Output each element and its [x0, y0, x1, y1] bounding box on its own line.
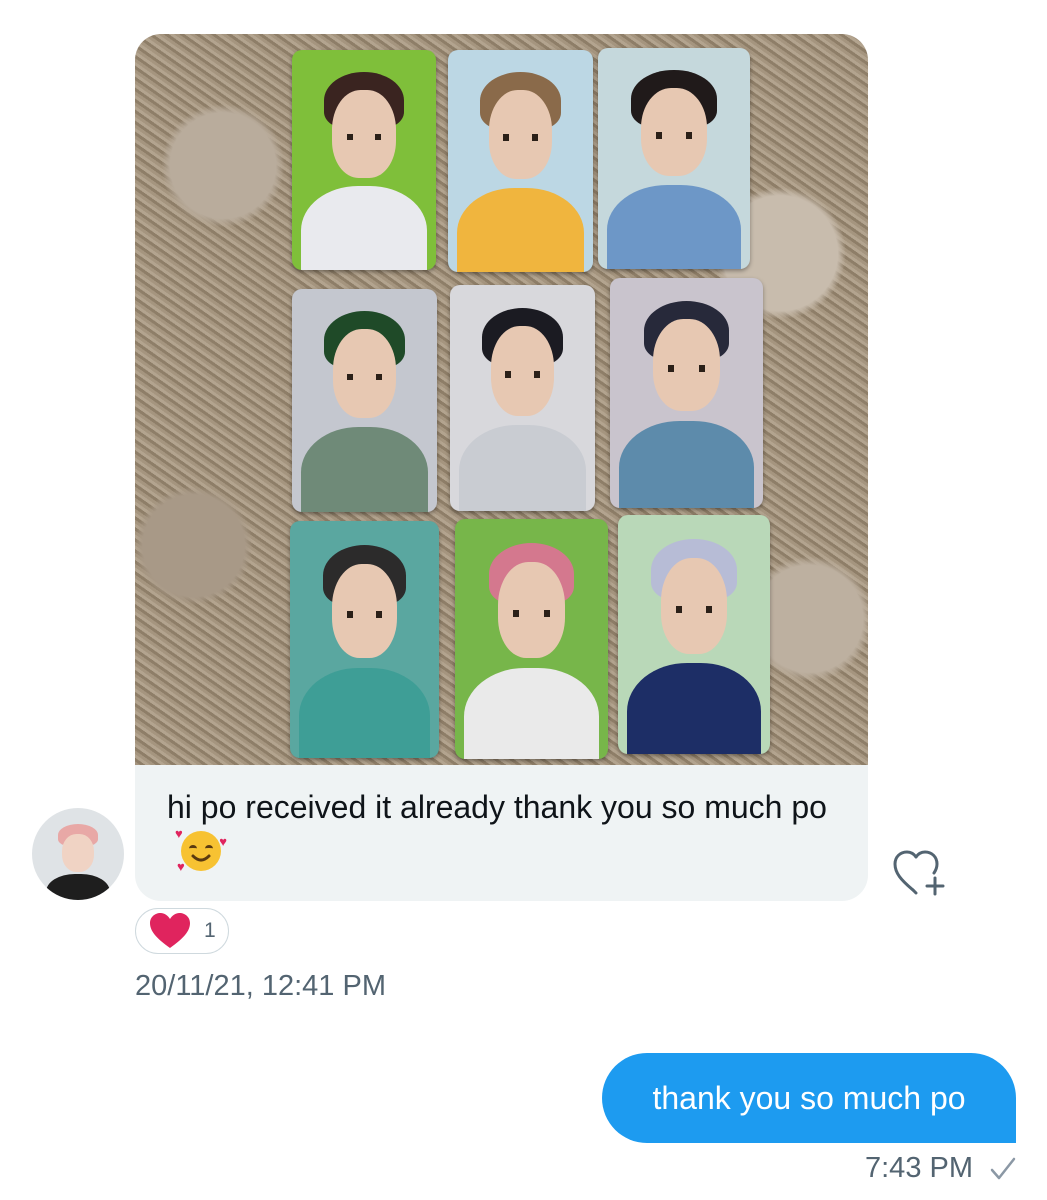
outgoing-message-bubble[interactable]: thank you so much po [602, 1053, 1016, 1143]
photo-card [292, 289, 437, 512]
photo-card [618, 515, 770, 754]
photo-card [292, 50, 436, 270]
photo-card [448, 50, 593, 272]
reaction-count: 1 [204, 919, 216, 942]
photo-card [455, 519, 608, 759]
smiling-face-with-hearts-icon: ♥ ♥ ♥ [175, 826, 227, 874]
sender-avatar[interactable] [32, 808, 124, 900]
add-reaction-button[interactable] [888, 846, 954, 896]
heart-icon [150, 913, 190, 948]
sent-check-icon [990, 1157, 1016, 1179]
heart-plus-icon [893, 850, 945, 896]
attached-photo[interactable] [135, 34, 868, 765]
outgoing-timestamp: 7:43 PM [865, 1152, 973, 1184]
incoming-message-bubble[interactable]: hi po received it already thank you so m… [135, 765, 868, 901]
incoming-timestamp: 20/11/21, 12:41 PM [135, 970, 386, 1002]
photo-card [290, 521, 439, 758]
photo-card [610, 278, 763, 508]
photo-card [450, 285, 595, 511]
outgoing-message-text: thank you so much po [652, 1079, 966, 1116]
photo-card [598, 48, 750, 269]
incoming-message-text: hi po received it already thank you so m… [167, 789, 827, 825]
outgoing-status: 7:43 PM [865, 1152, 1017, 1185]
heart-reaction-pill[interactable]: 1 [135, 908, 229, 954]
